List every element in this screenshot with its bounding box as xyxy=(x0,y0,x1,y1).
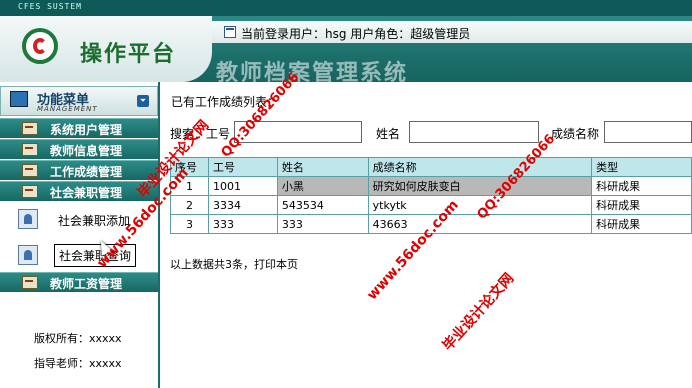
table-cell: 科研成果 xyxy=(591,214,692,234)
table-cell: 3 xyxy=(170,214,209,234)
user-icon xyxy=(18,245,38,265)
table-cell: 1001 xyxy=(207,176,278,196)
sidebar-item-teacher-salary[interactable]: 教师工资管理 xyxy=(0,272,158,292)
table-footer-note: 以上数据共3条，打印本页 xyxy=(170,258,298,271)
copyright-text: 版权所有：xxxxx xyxy=(34,332,122,345)
folder-icon xyxy=(22,276,38,289)
sidebar-subitem-query-part-time[interactable]: 社会兼职查询 xyxy=(14,243,154,269)
table-row[interactable]: 1 1001 小黑 研究如何皮肤变白 科研成果 xyxy=(170,176,692,196)
menu-icon xyxy=(10,91,28,107)
column-header-score-name: 成绩名称 xyxy=(367,157,593,177)
table-cell: 3334 xyxy=(207,195,278,215)
sidebar-item-label: 系统用户管理 xyxy=(50,123,123,137)
column-header-name: 姓名 xyxy=(276,157,369,177)
search-name-input[interactable] xyxy=(409,121,539,143)
table-cell: 科研成果 xyxy=(591,195,692,215)
table-cell: 小黑 xyxy=(276,176,369,196)
folder-icon xyxy=(22,164,38,177)
search-score-input[interactable] xyxy=(604,121,692,143)
column-header-gonghao: 工号 xyxy=(207,157,278,177)
sidebar-item-label: 工作成绩管理 xyxy=(50,165,123,179)
folder-icon xyxy=(22,185,38,198)
sidebar-item-label: 社会兼职管理 xyxy=(50,186,123,200)
login-info: 当前登录用户：hsg 用户角色：超级管理员 xyxy=(241,27,471,41)
logo-icon xyxy=(22,28,58,64)
folder-icon xyxy=(22,143,38,156)
logo-title: 操作平台 xyxy=(80,42,177,67)
folder-icon xyxy=(22,122,38,135)
table-cell: 2 xyxy=(170,195,209,215)
title-bar xyxy=(0,0,692,16)
menu-subtitle: MANAGEMENT xyxy=(37,105,98,113)
document-icon xyxy=(224,26,236,38)
sidebar-item-system-users[interactable]: 系统用户管理 xyxy=(0,118,158,138)
column-header-type: 类型 xyxy=(591,157,692,177)
table-cell: 研究如何皮肤变白 xyxy=(367,176,593,196)
collapse-menu-icon[interactable]: ⏷ xyxy=(137,95,149,107)
sidebar-item-work-scores[interactable]: 工作成绩管理 xyxy=(0,160,158,180)
table-row[interactable]: 2 3334 543534 ytkytk 科研成果 xyxy=(170,195,692,215)
table-header-row: 序号 工号 姓名 成绩名称 类型 xyxy=(170,157,692,177)
sidebar-subitem-label: 社会兼职添加 xyxy=(58,214,131,228)
table-cell: 543534 xyxy=(276,195,369,215)
advisor-text: 指导老师：xxxxx xyxy=(34,357,122,370)
table-cell: 科研成果 xyxy=(591,176,692,196)
sidebar-item-teacher-info[interactable]: 教师信息管理 xyxy=(0,139,158,159)
search-name-label: 姓名 xyxy=(376,127,401,141)
table-cell: 333 xyxy=(276,214,369,234)
sidebar-item-label: 教师信息管理 xyxy=(50,144,123,158)
sidebar-item-label: 教师工资管理 xyxy=(50,277,123,291)
sidebar-item-part-time-jobs[interactable]: 社会兼职管理 xyxy=(0,181,158,201)
user-icon xyxy=(18,209,38,229)
system-code-label: CFES SUSTEM xyxy=(18,2,82,11)
table-cell: 333 xyxy=(207,214,278,234)
search-score-label: 成绩名称 xyxy=(551,127,600,141)
